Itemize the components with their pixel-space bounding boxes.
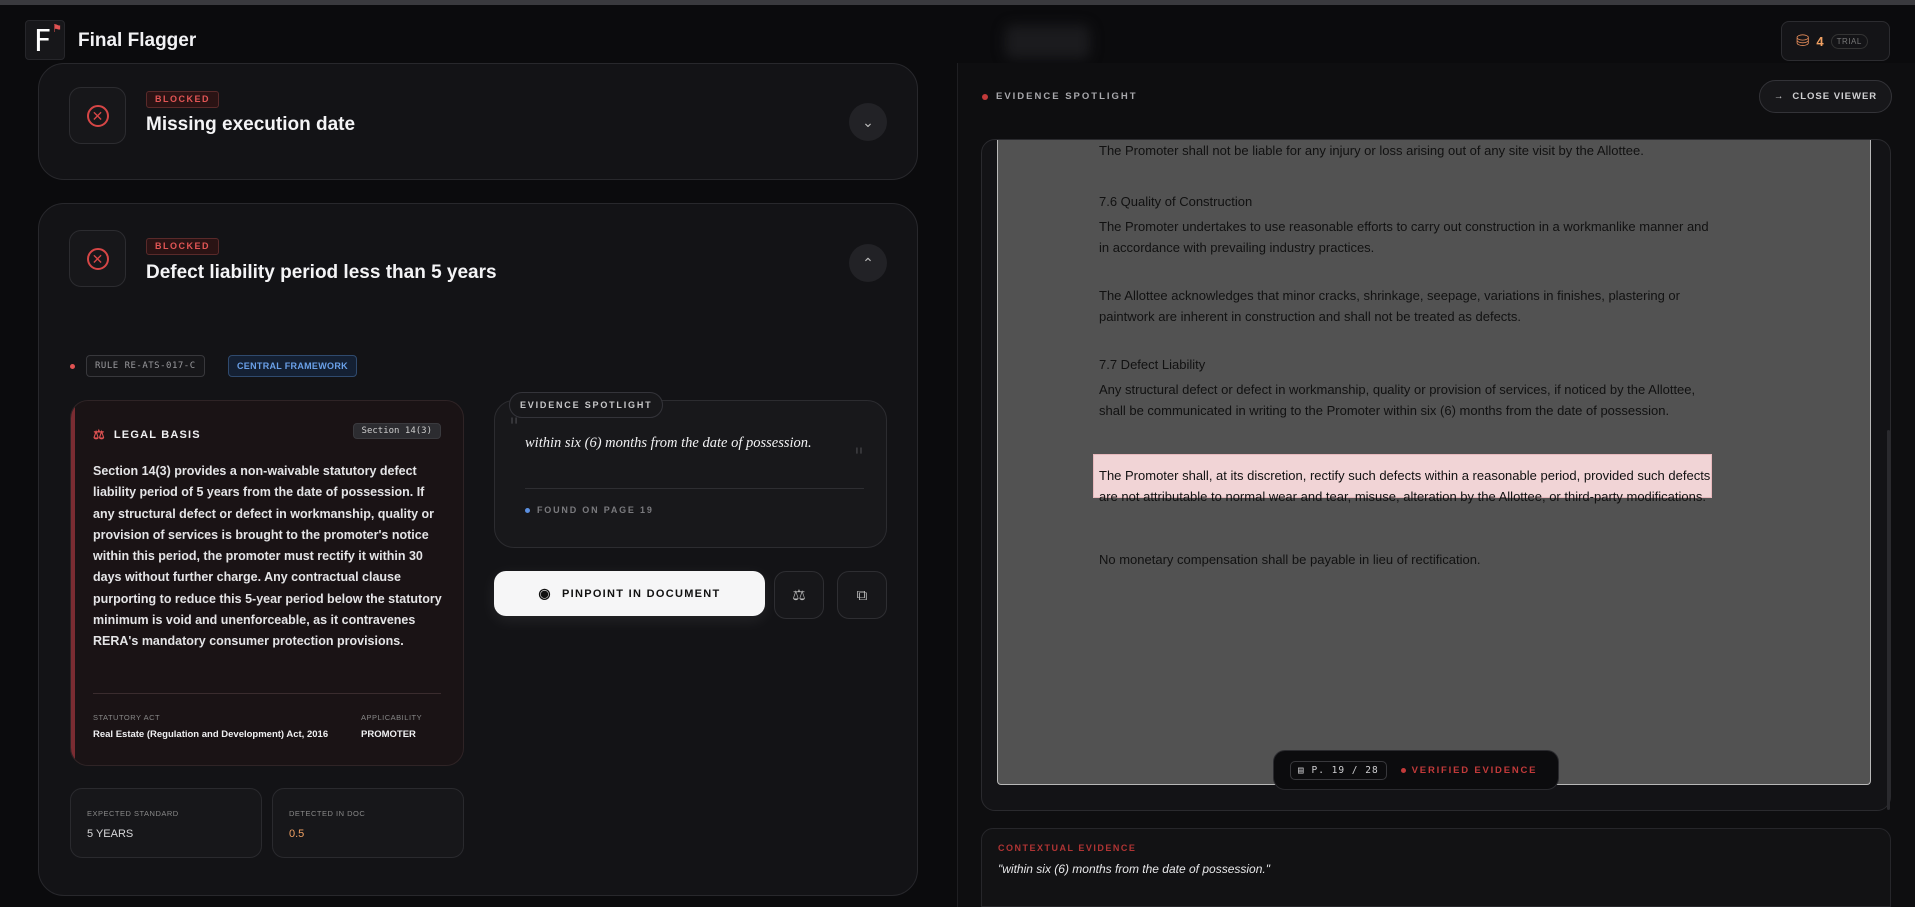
doc-paragraph: The Promoter shall, at its discretion, r… xyxy=(1099,468,1711,504)
rule-dot xyxy=(70,364,75,369)
divider xyxy=(525,488,864,489)
doc-paragraph-highlighted: Any structural defect or defect in workm… xyxy=(1099,382,1696,418)
close-viewer-label: CLOSE VIEWER xyxy=(1792,91,1878,102)
app-logo[interactable]: F ⚑ xyxy=(25,20,65,60)
credits-count: 4 xyxy=(1816,33,1824,49)
collapse-chevron-up-icon[interactable]: ⌃ xyxy=(849,244,887,282)
close-viewer-button[interactable]: → CLOSE VIEWER xyxy=(1759,80,1892,113)
flag-icon: ⚑ xyxy=(52,23,62,35)
applicability-label: APPLICABILITY xyxy=(361,713,423,722)
found-on-page-text: FOUND ON PAGE 19 xyxy=(537,505,654,515)
scales-icon: ⚖ xyxy=(792,587,806,604)
evidence-spotlight-label: EVIDENCE SPOTLIGHT xyxy=(509,392,664,418)
applicability-value: PROMOTER xyxy=(361,729,416,740)
expand-chevron-down-icon[interactable]: ⌄ xyxy=(849,103,887,141)
status-badge: BLOCKED xyxy=(146,91,219,108)
legal-basis-text: Section 14(3) provides a non-waivable st… xyxy=(93,464,442,649)
contextual-evidence-box: CONTEXTUAL EVIDENCE "within six (6) mont… xyxy=(981,828,1891,907)
doc-paragraph: The Promoter shall not be liable for any… xyxy=(1099,143,1644,158)
legal-basis-heading: ⚖ LEGAL BASIS xyxy=(93,427,201,443)
issues-panel: ✕ BLOCKED Missing execution date ⌄ ✕ BLO… xyxy=(0,63,957,907)
arrow-right-icon: → xyxy=(1773,91,1785,102)
open-quote-icon: " xyxy=(509,415,520,440)
issue-title: Missing execution date xyxy=(146,114,356,135)
pinpoint-button[interactable]: ◉ PINPOINT IN DOCUMENT xyxy=(494,571,765,616)
x-circle-icon: ✕ xyxy=(86,104,109,127)
pinpoint-label: PINPOINT IN DOCUMENT xyxy=(561,587,721,600)
blocked-icon-box: ✕ xyxy=(69,230,126,287)
app-header: F ⚑ Final Flagger ⛁ 4 TRIAL xyxy=(0,5,1915,63)
app-title: Final Flagger xyxy=(78,30,197,51)
issue-title: Defect liability period less than 5 year… xyxy=(146,262,497,283)
expected-standard-label: EXPECTED STANDARD xyxy=(87,809,179,818)
section-badge: Section 14(3) xyxy=(352,423,441,439)
verified-evidence-badge: VERIFIED EVIDENCE xyxy=(1400,764,1538,776)
blocked-icon-box: ✕ xyxy=(69,87,126,144)
status-badge: BLOCKED xyxy=(146,238,219,255)
page-number[interactable]: ▤ P. 19 / 28 xyxy=(1290,760,1387,780)
page-number-text: P. 19 / 28 xyxy=(1311,764,1379,776)
plan-badge: TRIAL xyxy=(1830,33,1868,49)
evidence-viewer-panel: EVIDENCE SPOTLIGHT → CLOSE VIEWER The Pr… xyxy=(957,63,1915,907)
framework-tag: CENTRAL FRAMEWORK xyxy=(228,355,357,377)
viewer-heading: EVIDENCE SPOTLIGHT xyxy=(982,91,1138,102)
accent-bar xyxy=(71,401,75,765)
red-dot xyxy=(1400,767,1406,773)
copy-button[interactable]: ⧉ xyxy=(837,571,887,619)
statutory-act-label: STATUTORY ACT xyxy=(93,713,161,722)
viewer-heading-text: EVIDENCE SPOTLIGHT xyxy=(996,91,1138,102)
red-dot xyxy=(982,93,988,100)
contextual-evidence-label: CONTEXTUAL EVIDENCE xyxy=(998,843,1137,853)
divider xyxy=(93,693,441,694)
document-page: The Promoter shall not be liable for any… xyxy=(997,140,1871,785)
expected-standard-value: 5 YEARS xyxy=(87,828,134,840)
doc-paragraph: The Allottee acknowledges that minor cra… xyxy=(1099,288,1680,324)
detected-label: DETECTED IN DOC xyxy=(289,809,366,818)
copy-icon: ⧉ xyxy=(856,586,868,604)
legal-basis-card: ⚖ LEGAL BASIS Section 14(3) Section 14(3… xyxy=(70,400,464,766)
verified-evidence-text: VERIFIED EVIDENCE xyxy=(1411,764,1538,776)
doc-heading: 7.6 Quality of Construction xyxy=(1099,194,1253,209)
legal-reference-button[interactable]: ⚖ xyxy=(774,571,824,619)
rule-id-tag: RULE RE-ATS-017-C xyxy=(86,355,205,377)
blurred-nav-item xyxy=(1005,25,1090,59)
logo-letter: F xyxy=(34,24,52,59)
expected-standard-card: EXPECTED STANDARD 5 YEARS xyxy=(70,788,262,858)
contextual-evidence-quote: "within six (6) months from the date of … xyxy=(998,862,1270,876)
x-circle-icon: ✕ xyxy=(86,247,109,270)
statutory-act-value: Real Estate (Regulation and Development)… xyxy=(93,729,329,740)
close-quote-icon: " xyxy=(853,445,864,470)
scales-icon: ⚖ xyxy=(93,427,106,442)
issue-card-expanded: ✕ BLOCKED Defect liability period less t… xyxy=(38,203,918,896)
detected-value: 0.5 xyxy=(289,828,305,840)
detected-in-doc-card: DETECTED IN DOC 0.5 xyxy=(272,788,464,858)
viewer-scrollbar[interactable] xyxy=(1887,430,1890,810)
page-indicator: ▤ P. 19 / 28 VERIFIED EVIDENCE xyxy=(1273,750,1559,790)
doc-heading: 7.7 Defect Liability xyxy=(1099,357,1206,372)
eye-icon: ◉ xyxy=(538,585,552,601)
evidence-quote: within six (6) months from the date of p… xyxy=(525,435,812,451)
legal-basis-label: LEGAL BASIS xyxy=(113,429,201,441)
evidence-spotlight-card: EVIDENCE SPOTLIGHT " within six (6) mont… xyxy=(494,392,887,548)
issue-card-collapsed[interactable]: ✕ BLOCKED Missing execution date ⌄ xyxy=(38,63,918,180)
document-icon: ▤ xyxy=(1298,764,1305,776)
coins-icon: ⛁ xyxy=(1796,33,1810,50)
document-viewer[interactable]: The Promoter shall not be liable for any… xyxy=(981,139,1891,811)
doc-paragraph: No monetary compensation shall be payabl… xyxy=(1099,552,1481,567)
credits-badge[interactable]: ⛁ 4 TRIAL xyxy=(1781,21,1890,61)
doc-paragraph: The Promoter undertakes to use reasonabl… xyxy=(1099,219,1709,255)
found-on-page: FOUND ON PAGE 19 xyxy=(525,505,654,515)
blue-dot xyxy=(525,507,530,513)
